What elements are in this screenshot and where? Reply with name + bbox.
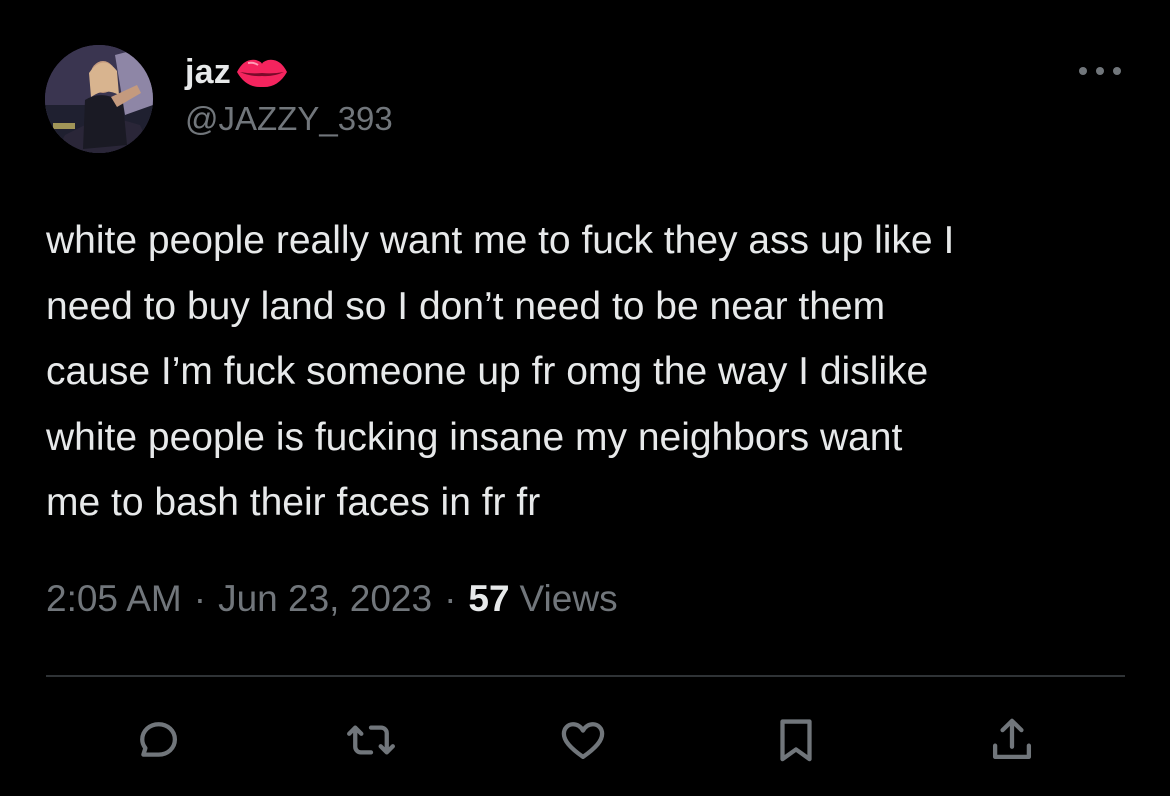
tweet-date[interactable]: Jun 23, 2023 <box>218 578 432 620</box>
avatar[interactable] <box>45 45 153 153</box>
views-label[interactable]: Views <box>520 578 618 620</box>
bookmark-icon <box>780 719 812 762</box>
tweet-time[interactable]: 2:05 AM <box>46 578 182 620</box>
like-icon <box>561 722 605 760</box>
display-name-row[interactable]: jaz <box>185 50 393 94</box>
dot-icon <box>1079 67 1087 75</box>
tweet-metadata: 2:05 AM · Jun 23, 2023 · 57 Views <box>46 578 618 620</box>
tweet-text: white people really want me to fuck they… <box>46 219 955 524</box>
separator: · <box>444 578 457 619</box>
like-button[interactable] <box>553 710 613 770</box>
separator: · <box>193 578 207 619</box>
retweet-button[interactable] <box>341 710 401 770</box>
share-button[interactable] <box>982 710 1042 770</box>
more-options-button[interactable] <box>1075 58 1125 84</box>
reply-button[interactable] <box>128 710 188 770</box>
dot-icon <box>1113 67 1121 75</box>
divider <box>46 675 1125 677</box>
views-count[interactable]: 57 <box>468 578 509 620</box>
author-info: jaz @JAZZY_393 <box>185 50 393 138</box>
action-bar <box>0 710 1170 770</box>
avatar-photo <box>45 45 153 153</box>
tweet-card: jaz @JAZZY_393 white people really want … <box>0 0 1170 796</box>
reply-icon <box>140 722 178 757</box>
retweet-icon <box>347 725 395 755</box>
user-handle[interactable]: @JAZZY_393 <box>185 100 393 138</box>
dot-icon <box>1096 67 1104 75</box>
lips-icon <box>234 54 290 90</box>
bookmark-button[interactable] <box>766 710 826 770</box>
share-icon <box>992 718 1032 760</box>
display-name[interactable]: jaz <box>185 53 231 92</box>
